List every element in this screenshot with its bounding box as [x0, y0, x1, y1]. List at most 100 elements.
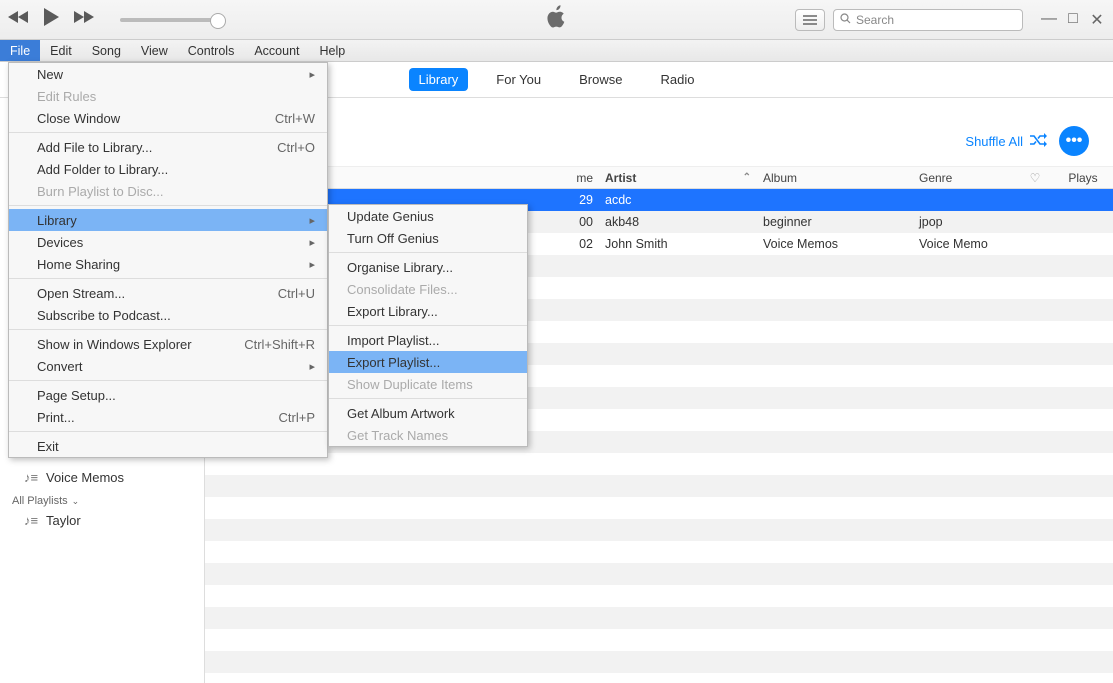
submenu-arrow-icon: ▸	[309, 236, 315, 249]
cell-time: 29	[553, 193, 599, 207]
table-row-empty	[205, 607, 1113, 629]
menu-accelerator: Ctrl+Shift+R	[244, 337, 315, 352]
menu-item-label: Devices	[37, 235, 83, 250]
volume-slider[interactable]	[120, 18, 220, 22]
menu-item-label: Page Setup...	[37, 388, 116, 403]
col-genre[interactable]: Genre	[913, 171, 1017, 185]
menu-item[interactable]: Library ▸	[9, 209, 327, 231]
menu-accelerator: Ctrl+U	[278, 286, 315, 301]
next-icon[interactable]	[72, 10, 94, 29]
previous-icon[interactable]	[8, 10, 30, 29]
menu-song[interactable]: Song	[82, 40, 131, 61]
menu-item-label: Subscribe to Podcast...	[37, 308, 171, 323]
menu-accelerator: Ctrl+W	[275, 111, 315, 126]
list-view-button[interactable]	[795, 9, 825, 31]
menu-item[interactable]: Page Setup...	[9, 384, 327, 406]
col-loved[interactable]: ♡	[1017, 171, 1053, 185]
menu-help[interactable]: Help	[310, 40, 356, 61]
search-icon	[840, 13, 851, 27]
submenu-item[interactable]: Import Playlist...	[329, 329, 527, 351]
menu-item-label: Get Album Artwork	[347, 406, 455, 421]
table-row-empty	[205, 673, 1113, 683]
menu-item[interactable]: Devices ▸	[9, 231, 327, 253]
cell-genre: Voice Memo	[913, 237, 1017, 251]
submenu-item[interactable]: Organise Library...	[329, 256, 527, 278]
menu-edit[interactable]: Edit	[40, 40, 82, 61]
menu-item[interactable]: Print...Ctrl+P	[9, 406, 327, 428]
tab-radio[interactable]: Radio	[650, 68, 704, 91]
menu-item[interactable]: Close Window Ctrl+W	[9, 107, 327, 129]
col-plays[interactable]: Plays	[1053, 171, 1113, 185]
menu-item[interactable]: Add File to Library...Ctrl+O	[9, 136, 327, 158]
top-toolbar: Search — □ ✕	[0, 0, 1113, 40]
cell-artist: akb48	[599, 215, 757, 229]
menu-view[interactable]: View	[131, 40, 178, 61]
menu-item-label: Exit	[37, 439, 59, 454]
menu-item[interactable]: New ▸	[9, 63, 327, 85]
menu-item: Burn Playlist to Disc...	[9, 180, 327, 202]
submenu-item: Show Duplicate Items	[329, 373, 527, 395]
table-row-empty	[205, 519, 1113, 541]
library-submenu: Update GeniusTurn Off Genius Organise Lib…	[328, 204, 528, 447]
tab-for-you[interactable]: For You	[486, 68, 551, 91]
menu-item-label: Burn Playlist to Disc...	[37, 184, 163, 199]
menu-item[interactable]: Exit	[9, 435, 327, 457]
table-row-empty	[205, 629, 1113, 651]
sidebar-voice-memos[interactable]: ♪≡ Voice Memos	[0, 466, 204, 489]
menu-item-label: Export Library...	[347, 304, 438, 319]
cell-album: beginner	[757, 215, 913, 229]
minimize-icon[interactable]: —	[1041, 10, 1057, 30]
table-row-empty	[205, 497, 1113, 519]
col-time[interactable]: me	[553, 171, 599, 185]
submenu-item[interactable]: Export Playlist...	[329, 351, 527, 373]
menu-item: Edit Rules	[9, 85, 327, 107]
submenu-item[interactable]: Export Library...	[329, 300, 527, 322]
submenu-item[interactable]: Turn Off Genius	[329, 227, 527, 249]
sidebar-playlist-taylor[interactable]: ♪≡ Taylor	[0, 509, 204, 532]
col-album[interactable]: Album	[757, 171, 913, 185]
submenu-arrow-icon: ▸	[309, 360, 315, 373]
menu-account[interactable]: Account	[244, 40, 309, 61]
submenu-arrow-icon: ▸	[309, 214, 315, 227]
close-icon[interactable]: ✕	[1089, 10, 1105, 30]
playlist-icon: ♪≡	[24, 470, 38, 485]
menu-item[interactable]: Open Stream...Ctrl+U	[9, 282, 327, 304]
chevron-down-icon: ⌄	[72, 496, 80, 507]
maximize-icon[interactable]: □	[1065, 10, 1081, 30]
play-icon[interactable]	[42, 7, 60, 32]
cell-genre: jpop	[913, 215, 1017, 229]
menu-file[interactable]: File	[0, 40, 40, 61]
menu-item[interactable]: Add Folder to Library...	[9, 158, 327, 180]
menu-item[interactable]: Convert ▸	[9, 355, 327, 377]
menu-item[interactable]: Subscribe to Podcast...	[9, 304, 327, 326]
menu-controls[interactable]: Controls	[178, 40, 245, 61]
tab-browse[interactable]: Browse	[569, 68, 632, 91]
tab-library[interactable]: Library	[409, 68, 469, 91]
more-button[interactable]: •••	[1059, 126, 1089, 156]
submenu-item[interactable]: Update Genius	[329, 205, 527, 227]
menu-item-label: Add Folder to Library...	[37, 162, 168, 177]
search-input[interactable]: Search	[833, 9, 1023, 31]
col-artist[interactable]: Artist ⌃	[599, 171, 757, 185]
shuffle-all-button[interactable]: Shuffle All	[965, 133, 1047, 150]
menu-item[interactable]: Show in Windows ExplorerCtrl+Shift+R	[9, 333, 327, 355]
menu-item-label: New	[37, 67, 63, 82]
table-row-empty	[205, 563, 1113, 585]
menu-item-label: Edit Rules	[37, 89, 96, 104]
menu-item-label: Import Playlist...	[347, 333, 439, 348]
table-row-empty	[205, 651, 1113, 673]
menu-item[interactable]: Home Sharing▸	[9, 253, 327, 275]
cell-artist: acdc	[599, 193, 757, 207]
menu-item-label: Get Track Names	[347, 428, 448, 443]
menu-item-label: Close Window	[37, 111, 120, 126]
sidebar-heading-all-playlists[interactable]: All Playlists ⌄	[0, 489, 204, 509]
submenu-item[interactable]: Get Album Artwork	[329, 402, 527, 424]
submenu-arrow-icon: ▸	[309, 68, 315, 81]
table-row-empty	[205, 585, 1113, 607]
menu-item-label: Library	[37, 213, 77, 228]
cell-time: 02	[553, 237, 599, 251]
table-header: me Artist ⌃ Album Genre ♡ Plays	[205, 167, 1113, 189]
menu-item-label: Convert	[37, 359, 83, 374]
table-row-empty	[205, 475, 1113, 497]
menu-accelerator: Ctrl+P	[279, 410, 315, 425]
